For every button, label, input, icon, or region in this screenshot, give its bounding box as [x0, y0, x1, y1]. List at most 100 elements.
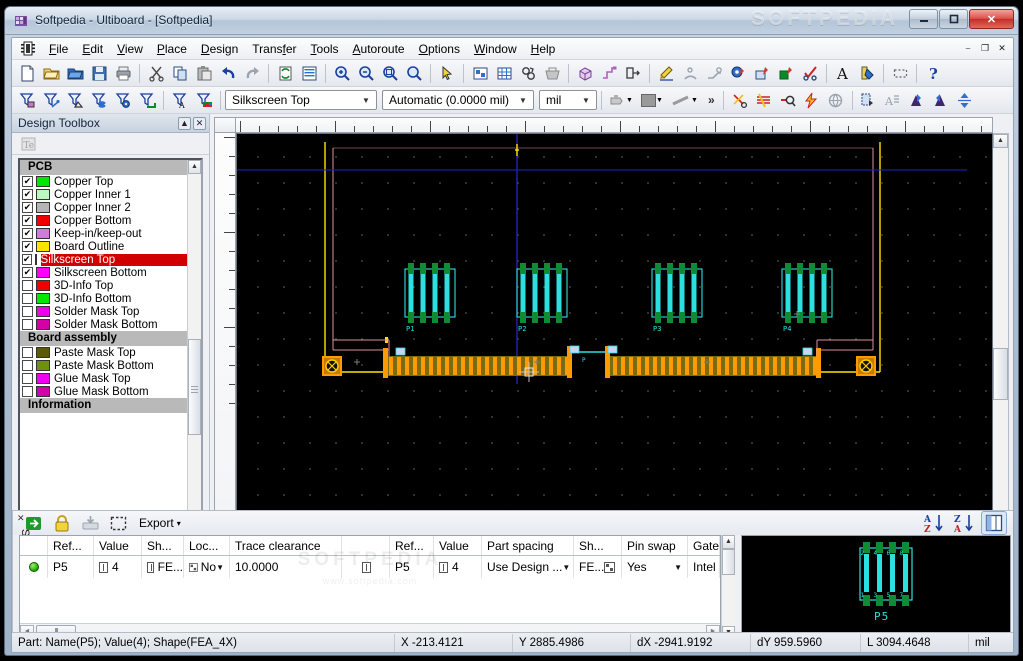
collapse-button[interactable]: ▲ [178, 116, 191, 130]
sort-ascending-icon[interactable]: AZ [921, 511, 947, 535]
column-header-status[interactable] [20, 536, 48, 555]
minimize-button[interactable] [909, 9, 938, 29]
layer-row-copper-inner-1[interactable]: ✔ Copper Inner 1 [20, 188, 187, 201]
undo-arrow-icon[interactable] [216, 62, 240, 85]
menu-autoroute[interactable]: Autoroute [346, 39, 412, 59]
layer-visibility-checkbox[interactable] [22, 319, 33, 330]
layer-row-keep-in-keep-out[interactable]: ✔ Keep-in/keep-out [20, 227, 187, 240]
color-style-button[interactable]: ▼ [639, 90, 669, 110]
sort-descending-icon[interactable]: ZA [951, 511, 977, 535]
redo-arrow-icon[interactable] [240, 62, 264, 85]
move-selection-icon[interactable] [857, 89, 881, 112]
filter-parts-icon[interactable] [15, 89, 39, 112]
padlock-icon[interactable] [49, 511, 75, 535]
layer-color-swatch[interactable] [36, 280, 50, 291]
layer-visibility-checkbox[interactable]: ✔ [22, 267, 33, 278]
layer-visibility-checkbox[interactable]: ✔ [22, 228, 33, 239]
layer-row-solder-mask-bottom[interactable]: Solder Mask Bottom [20, 318, 187, 331]
layer-row-copper-bottom[interactable]: ✔ Copper Bottom [20, 214, 187, 227]
swap-icon[interactable] [516, 62, 540, 85]
cell-part-spacing[interactable]: Use Design ... ▼ [482, 556, 574, 578]
align-left-icon[interactable] [905, 89, 929, 112]
line-style-button[interactable]: ▼ [669, 90, 704, 110]
layer-row-board-outline[interactable]: ✔ Board Outline [20, 240, 187, 253]
cell-blank[interactable] [342, 556, 390, 578]
cell-ref-1[interactable]: P5 [48, 556, 94, 578]
layer-color-swatch[interactable] [36, 347, 50, 358]
layer-row-silkscreen-top[interactable]: ✔ Silkscreen Top [20, 253, 187, 266]
zoom-out-icon[interactable] [354, 62, 378, 85]
mdi-close-button[interactable]: ✕ [995, 42, 1009, 55]
column-chooser-icon[interactable] [981, 511, 1008, 535]
scroll-thumb[interactable] [993, 347, 1008, 400]
fill-style-button[interactable]: ▼ [606, 90, 639, 110]
layer-color-swatch[interactable] [36, 202, 50, 213]
filter-text-icon[interactable]: A [168, 89, 192, 112]
via-tool-icon[interactable] [726, 62, 750, 85]
basket-icon[interactable] [540, 62, 564, 85]
layer-visibility-checkbox[interactable]: ✔ [22, 254, 32, 265]
layer-color-swatch[interactable] [36, 228, 50, 239]
spreadsheet-view-icon[interactable] [297, 62, 321, 85]
layer-color-swatch[interactable] [36, 189, 50, 200]
select-all-icon[interactable] [105, 511, 131, 535]
layer-row-silkscreen-bottom[interactable]: ✔ Silkscreen Bottom [20, 266, 187, 279]
zoom-region-icon[interactable] [378, 62, 402, 85]
chevron-down-icon[interactable]: ▼ [674, 563, 687, 572]
scroll-thumb[interactable] [188, 338, 201, 435]
scroll-up-button[interactable]: ▲ [188, 160, 201, 174]
chevron-down-icon[interactable]: ▼ [562, 563, 573, 572]
layer-row-paste-mask-top[interactable]: Paste Mask Top [20, 346, 187, 359]
scroll-up-button[interactable]: ▲ [993, 134, 1008, 148]
layer-visibility-checkbox[interactable]: ✔ [22, 241, 33, 252]
column-header-trace-clearance[interactable]: Trace clearance [230, 536, 342, 555]
cell-value-2[interactable]: 4 [434, 556, 482, 578]
layer-row-copper-top[interactable]: ✔ Copper Top [20, 175, 187, 188]
copper-area-icon[interactable] [750, 62, 774, 85]
spreadsheet-close-button[interactable]: ✕ [17, 513, 25, 524]
zoom-in-icon[interactable] [330, 62, 354, 85]
mdi-maximize-button[interactable]: ❐ [978, 42, 992, 55]
cell-trace-clearance[interactable]: 10.0000 [230, 556, 342, 578]
filter-traces-icon[interactable] [39, 89, 63, 112]
layer-visibility-checkbox[interactable] [22, 347, 33, 358]
scroll-up-button[interactable]: ▲ [722, 535, 736, 549]
menu-help[interactable]: Help [524, 39, 563, 59]
layer-color-swatch[interactable] [36, 360, 50, 371]
menu-place[interactable]: Place [150, 39, 194, 59]
layer-color-swatch[interactable] [36, 293, 50, 304]
layer-visibility-checkbox[interactable] [22, 373, 33, 384]
column-header-blank[interactable] [342, 536, 390, 555]
new-document-icon[interactable] [15, 62, 39, 85]
follow-me-route-icon[interactable] [597, 62, 621, 85]
column-header-gate[interactable]: Gate [688, 536, 721, 555]
trace-width-select[interactable]: Automatic (0.0000 mil) ▼ [382, 90, 534, 110]
flip-vertical-icon[interactable] [953, 89, 977, 112]
cell-gate[interactable]: Intel [688, 556, 721, 578]
layer-color-swatch[interactable] [36, 319, 50, 330]
close-panel-button[interactable]: ✕ [193, 116, 206, 130]
menu-view[interactable]: View [110, 39, 150, 59]
units-select[interactable]: mil ▼ [539, 90, 597, 110]
cell-locked[interactable]: No ▼ [184, 556, 230, 578]
refresh-page-icon[interactable] [273, 62, 297, 85]
split-trace-icon[interactable] [752, 89, 776, 112]
3d-view-icon[interactable] [573, 62, 597, 85]
cell-value-1[interactable]: 4 [94, 556, 142, 578]
menu-tools[interactable]: Tools [304, 39, 346, 59]
column-header-ref-2[interactable]: Ref... [390, 536, 434, 555]
trace-pencil-icon[interactable] [654, 62, 678, 85]
select-tool-icon[interactable] [435, 62, 459, 85]
horizontal-ruler[interactable] [236, 117, 993, 133]
column-header-shape-2[interactable]: Sh... [574, 536, 622, 555]
cut-trace-icon[interactable] [728, 89, 752, 112]
drc-check-icon[interactable] [798, 62, 822, 85]
column-header-part-spacing[interactable]: Part spacing [482, 536, 574, 555]
cell-pin-swap[interactable]: Yes ▼ [622, 556, 688, 578]
menu-edit[interactable]: Edit [75, 39, 110, 59]
align-text-icon[interactable]: A [881, 89, 905, 112]
text-tool-icon[interactable]: A [831, 62, 855, 85]
filter-pads-icon[interactable] [111, 89, 135, 112]
filter-shapes-icon[interactable] [63, 89, 87, 112]
cell-shape-1[interactable]: FE... [142, 556, 184, 578]
